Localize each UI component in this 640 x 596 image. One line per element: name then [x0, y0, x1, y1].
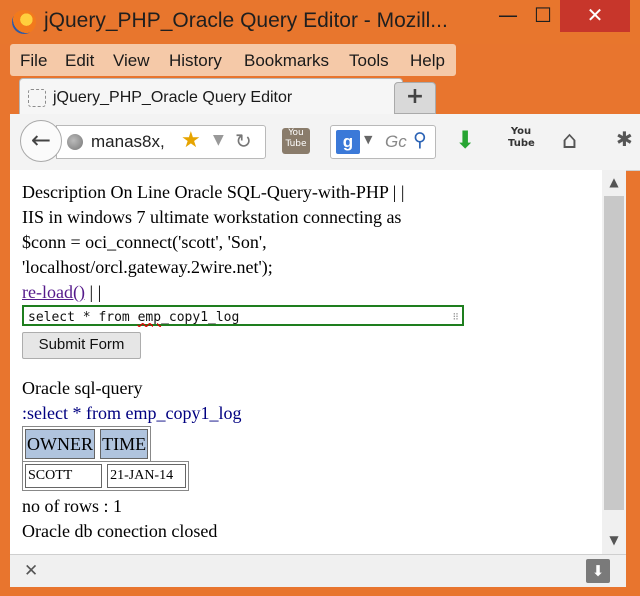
- query-misspelled-word: emp: [137, 310, 162, 325]
- url-text: manas8x,: [91, 132, 165, 151]
- menu-edit[interactable]: Edit: [65, 51, 94, 71]
- result-data-table: SCOTT 21-JAN-14: [22, 461, 190, 491]
- browser-window: jQuery_PHP_Oracle Query Editor - Mozill.…: [0, 0, 640, 596]
- menu-bookmarks[interactable]: Bookmarks: [244, 51, 329, 71]
- tab-strip: jQuery_PHP_Oracle Query Editor +: [10, 76, 640, 115]
- globe-icon: [67, 134, 83, 150]
- reload-suffix: | |: [84, 282, 102, 302]
- menu-tools[interactable]: Tools: [349, 51, 389, 71]
- download-icon[interactable]: ⬇: [586, 559, 610, 583]
- reload-link[interactable]: re-load(): [22, 282, 85, 302]
- home-icon[interactable]: ⌂: [562, 126, 577, 154]
- scroll-down-icon[interactable]: ▼: [602, 530, 626, 550]
- header-time: TIME: [100, 429, 149, 459]
- result-header-table: OWNER TIME: [22, 426, 152, 462]
- search-placeholder: Gc: [385, 132, 407, 151]
- youtube-icon[interactable]: You Tube: [508, 126, 535, 154]
- url-dropdown-icon[interactable]: ▼: [213, 132, 224, 148]
- youtube-download-icon[interactable]: You Tube: [282, 128, 310, 154]
- description-line-4: 'localhost/orcl.gateway.2wire.net');: [22, 257, 273, 277]
- gear-icon[interactable]: ✱: [616, 127, 633, 151]
- sql-echo: :select * from emp_copy1_log: [22, 403, 242, 423]
- firefox-icon: [12, 10, 36, 34]
- rows-count: no of rows : 1: [22, 496, 122, 516]
- search-engine-dropdown-icon[interactable]: ▼: [364, 133, 372, 146]
- query-prefix: select * from: [28, 310, 138, 325]
- maximize-button[interactable]: ☐: [526, 0, 560, 32]
- description-line-3: $conn = oci_connect('scott', 'Son',: [22, 232, 267, 252]
- google-icon[interactable]: g: [336, 130, 360, 154]
- submit-form-button[interactable]: Submit Form: [22, 332, 141, 359]
- menu-view[interactable]: View: [113, 51, 150, 71]
- description-line-2: IIS in windows 7 ultimate workstation co…: [22, 207, 402, 227]
- tab-active[interactable]: jQuery_PHP_Oracle Query Editor: [19, 78, 403, 115]
- scroll-thumb[interactable]: [604, 196, 624, 510]
- query-input[interactable]: select * from emp_copy1_log ⠿: [22, 305, 464, 326]
- new-tab-button[interactable]: +: [394, 82, 436, 114]
- search-icon[interactable]: ⚲: [413, 129, 427, 151]
- search-box[interactable]: g ▼ Gc ⚲: [330, 125, 436, 159]
- bookmark-star-icon[interactable]: ★: [181, 128, 201, 153]
- scroll-up-icon[interactable]: ▲: [602, 172, 626, 192]
- sql-heading: Oracle sql-query: [22, 378, 143, 398]
- reload-line: re-load() | |: [22, 282, 101, 303]
- resize-grip-icon[interactable]: ⠿: [452, 314, 459, 323]
- connection-closed-message: Oracle db conection closed: [22, 521, 218, 541]
- page-content: Description On Line Oracle SQL-Query-wit…: [10, 170, 602, 554]
- navigation-toolbar: manas8x, ★ ▼ ↻ ← You Tube g ▼ Gc ⚲ ⬇ You T…: [10, 114, 640, 171]
- download-arrow-icon[interactable]: ⬇: [455, 126, 475, 154]
- description-line-1: Description On Line Oracle SQL-Query-wit…: [22, 182, 405, 202]
- bottom-bar: ✕ ⬇: [10, 554, 626, 587]
- cell-owner: SCOTT: [25, 464, 102, 488]
- title-bar: jQuery_PHP_Oracle Query Editor - Mozill.…: [0, 0, 640, 44]
- vertical-scrollbar[interactable]: ▲ ▼: [602, 170, 626, 554]
- close-bar-icon[interactable]: ✕: [24, 561, 38, 581]
- page-favicon-icon: [28, 89, 46, 107]
- menu-file[interactable]: File: [20, 51, 47, 71]
- close-button[interactable]: ✕: [560, 0, 630, 32]
- cell-time: 21-JAN-14: [107, 464, 187, 488]
- tab-title: jQuery_PHP_Oracle Query Editor: [53, 89, 293, 106]
- menu-bar: File Edit View History Bookmarks Tools H…: [10, 44, 456, 76]
- reload-icon[interactable]: ↻: [235, 129, 252, 153]
- window-title: jQuery_PHP_Oracle Query Editor - Mozill.…: [44, 9, 448, 32]
- query-suffix: _copy1_log: [161, 310, 240, 325]
- back-button[interactable]: ←: [20, 120, 62, 162]
- header-owner: OWNER: [25, 429, 95, 459]
- minimize-button[interactable]: —: [490, 0, 526, 32]
- url-bar[interactable]: manas8x, ★ ▼ ↻: [56, 125, 266, 159]
- menu-help[interactable]: Help: [410, 51, 445, 71]
- menu-history[interactable]: History: [169, 51, 222, 71]
